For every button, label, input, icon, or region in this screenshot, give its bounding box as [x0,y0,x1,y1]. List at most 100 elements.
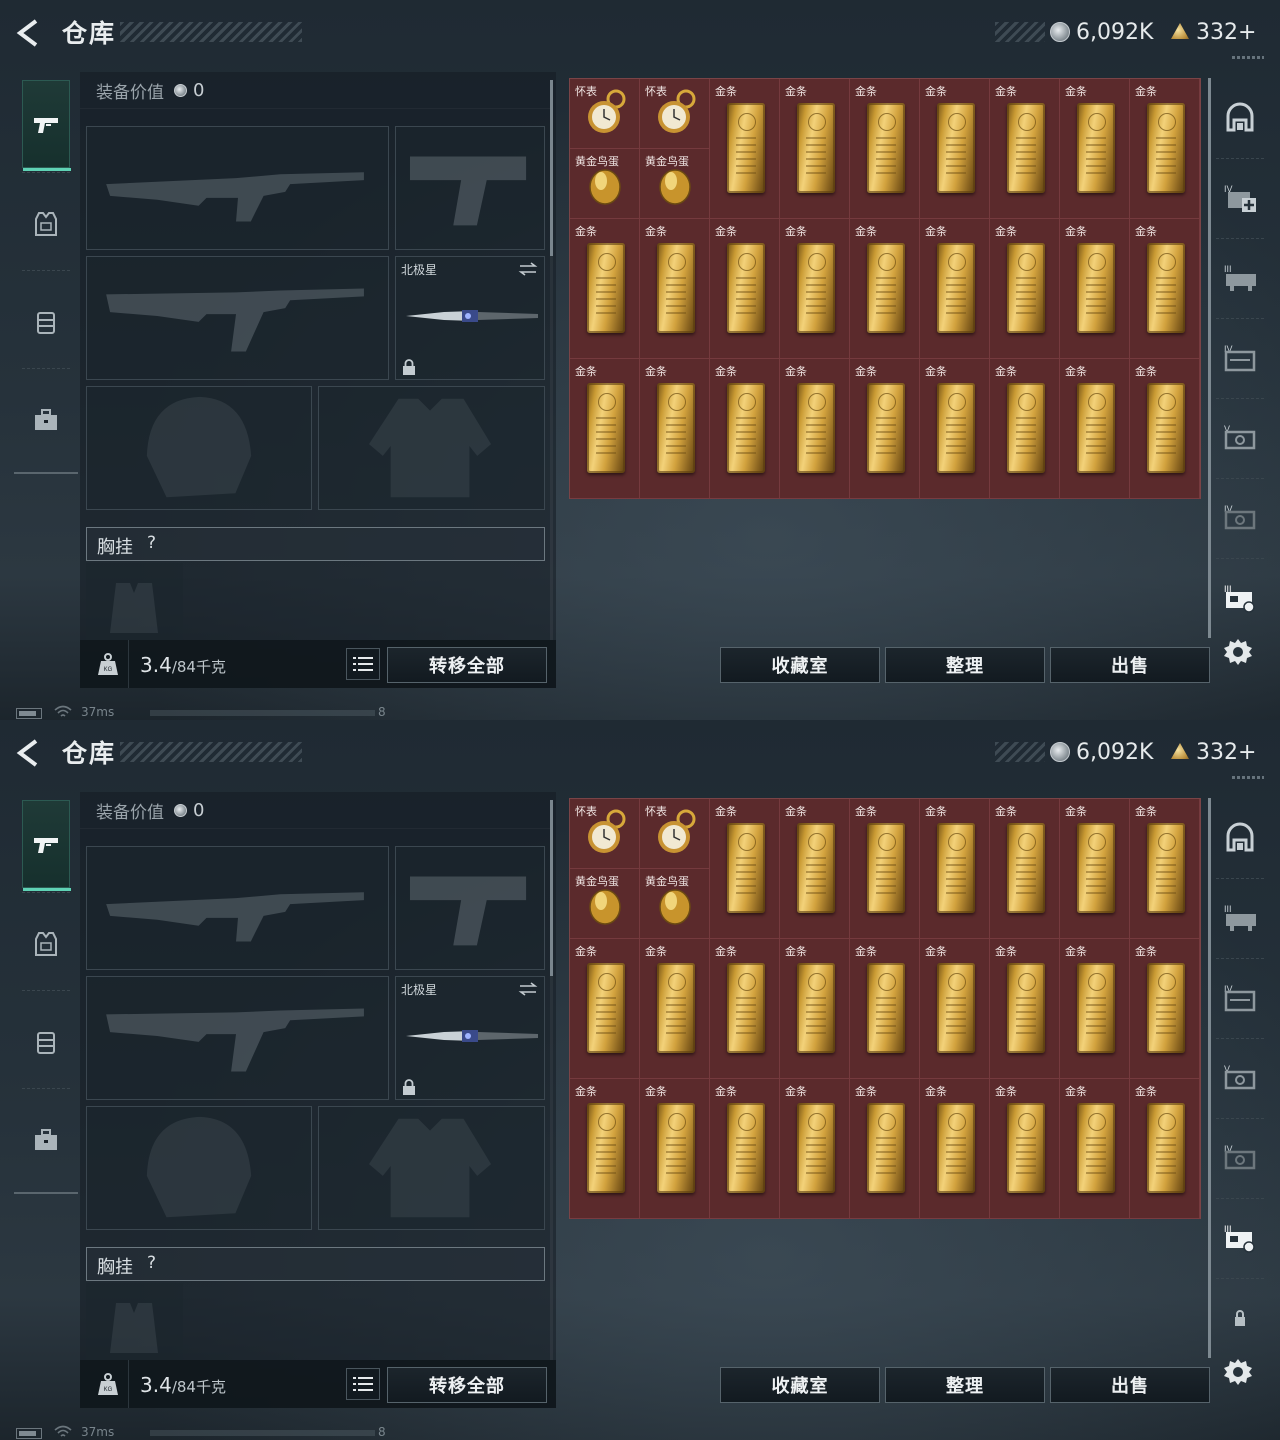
storage-item[interactable]: 黄金鸟蛋 [640,149,710,219]
sort-button[interactable]: 整理 [885,647,1045,683]
storage-item[interactable]: 金条 [640,939,710,1079]
melee-slot[interactable]: 北极星 [395,256,545,380]
storage-item[interactable]: 金条 [1060,1079,1130,1219]
iii-selected-icon[interactable]: III [1220,1218,1260,1258]
scrollbar-thumb[interactable] [550,800,553,976]
nav-weapons[interactable] [22,80,71,171]
storage-item[interactable]: 金条 [990,359,1060,499]
pistol-slot[interactable] [395,126,545,250]
storage-item[interactable]: 金条 [1060,939,1130,1079]
storage-item[interactable]: 怀表 [640,799,710,869]
list-view-button[interactable] [346,648,380,680]
iv-case-icon[interactable]: IV [1220,338,1260,378]
lock-icon[interactable] [1220,1298,1260,1338]
iii-case-icon[interactable]: III [1220,898,1260,938]
helmet-slot[interactable] [86,386,312,510]
collection-room-button[interactable]: 收藏室 [720,647,880,683]
storage-item[interactable]: 黄金鸟蛋 [570,149,640,219]
storage-item[interactable]: 金条 [990,79,1060,219]
storage-item[interactable]: 金条 [920,359,990,499]
chest-rig-slot[interactable] [86,563,183,641]
storage-item[interactable]: 金条 [780,1079,850,1219]
storage-item[interactable]: 金条 [640,219,710,359]
storage-item[interactable]: 金条 [1130,359,1200,499]
storage-item[interactable]: 金条 [1060,799,1130,939]
nav-case[interactable] [22,376,70,464]
swap-icon[interactable] [518,982,538,996]
storage-item[interactable]: 金条 [780,939,850,1079]
storage-item[interactable]: 金条 [570,1079,640,1219]
storage-item[interactable]: 金条 [780,799,850,939]
storage-item[interactable]: 金条 [1060,219,1130,359]
storage-item[interactable]: 金条 [640,1079,710,1219]
storage-item[interactable]: 金条 [780,79,850,219]
storage-item[interactable]: 金条 [850,799,920,939]
nav-backpack[interactable] [22,278,70,366]
sort-button[interactable]: 整理 [885,1367,1045,1403]
iii-case-icon[interactable]: III [1220,258,1260,298]
storage-item[interactable]: 金条 [1060,79,1130,219]
primary-weapon-slot[interactable] [86,846,389,970]
body-armor-slot[interactable] [318,1106,545,1230]
storage-item[interactable]: 金条 [990,939,1060,1079]
storage-item[interactable]: 金条 [570,939,640,1079]
storage-item[interactable]: 金条 [1130,939,1200,1079]
base-icon[interactable] [1220,818,1260,858]
storage-item[interactable]: 金条 [780,359,850,499]
list-view-button[interactable] [346,1368,380,1400]
v-case-icon[interactable]: V [1220,1058,1260,1098]
storage-item[interactable]: 金条 [920,799,990,939]
storage-item[interactable]: 金条 [710,79,780,219]
storage-item[interactable]: 金条 [1130,219,1200,359]
transfer-all-button[interactable]: 转移全部 [387,1367,547,1403]
storage-item[interactable]: 金条 [570,219,640,359]
nav-case[interactable] [22,1096,70,1184]
help-icon[interactable]: ? [147,1253,156,1273]
storage-item[interactable]: 黄金鸟蛋 [570,869,640,939]
storage-item[interactable]: 金条 [570,359,640,499]
swap-icon[interactable] [518,262,538,276]
settings-icon[interactable] [1222,1356,1254,1388]
chest-rig-slot[interactable] [86,1283,183,1361]
storage-item[interactable]: 金条 [990,1079,1060,1219]
storage-item[interactable]: 金条 [710,1079,780,1219]
back-button[interactable] [14,738,44,768]
storage-item[interactable]: 金条 [850,939,920,1079]
nav-armor[interactable] [22,900,70,988]
storage-item[interactable]: 金条 [1130,799,1200,939]
storage-item[interactable]: 金条 [710,359,780,499]
storage-item[interactable]: 金条 [920,1079,990,1219]
back-button[interactable] [14,18,44,48]
sell-button[interactable]: 出售 [1050,647,1210,683]
storage-item[interactable]: 怀表 [640,79,710,149]
help-icon[interactable]: ? [147,533,156,553]
storage-item[interactable]: 金条 [850,219,920,359]
nav-weapons[interactable] [22,800,71,891]
storage-item[interactable]: 金条 [710,219,780,359]
storage-item[interactable]: 金条 [850,79,920,219]
sell-button[interactable]: 出售 [1050,1367,1210,1403]
storage-item[interactable]: 怀表 [570,799,640,869]
chest-rig-header[interactable]: 胸挂 ? [86,527,545,561]
storage-item[interactable]: 金条 [990,799,1060,939]
iv-case-alt-icon[interactable]: IV [1220,498,1260,538]
pistol-slot[interactable] [395,846,545,970]
iv-plus-icon[interactable]: IV [1220,178,1260,218]
storage-item[interactable]: 金条 [990,219,1060,359]
nav-armor[interactable] [22,180,70,268]
storage-item[interactable]: 金条 [850,1079,920,1219]
collection-room-button[interactable]: 收藏室 [720,1367,880,1403]
melee-slot[interactable]: 北极星 [395,976,545,1100]
storage-item[interactable]: 金条 [710,799,780,939]
storage-item[interactable]: 金条 [920,79,990,219]
storage-item[interactable]: 金条 [710,939,780,1079]
storage-item[interactable]: 金条 [850,359,920,499]
nav-backpack[interactable] [22,998,70,1086]
storage-item[interactable]: 金条 [1130,1079,1200,1219]
secondary-weapon-slot[interactable] [86,976,389,1100]
storage-item[interactable]: 金条 [1060,359,1130,499]
storage-item[interactable]: 金条 [780,219,850,359]
primary-weapon-slot[interactable] [86,126,389,250]
storage-item[interactable]: 怀表 [570,79,640,149]
iii-selected-icon[interactable]: III [1220,578,1260,618]
